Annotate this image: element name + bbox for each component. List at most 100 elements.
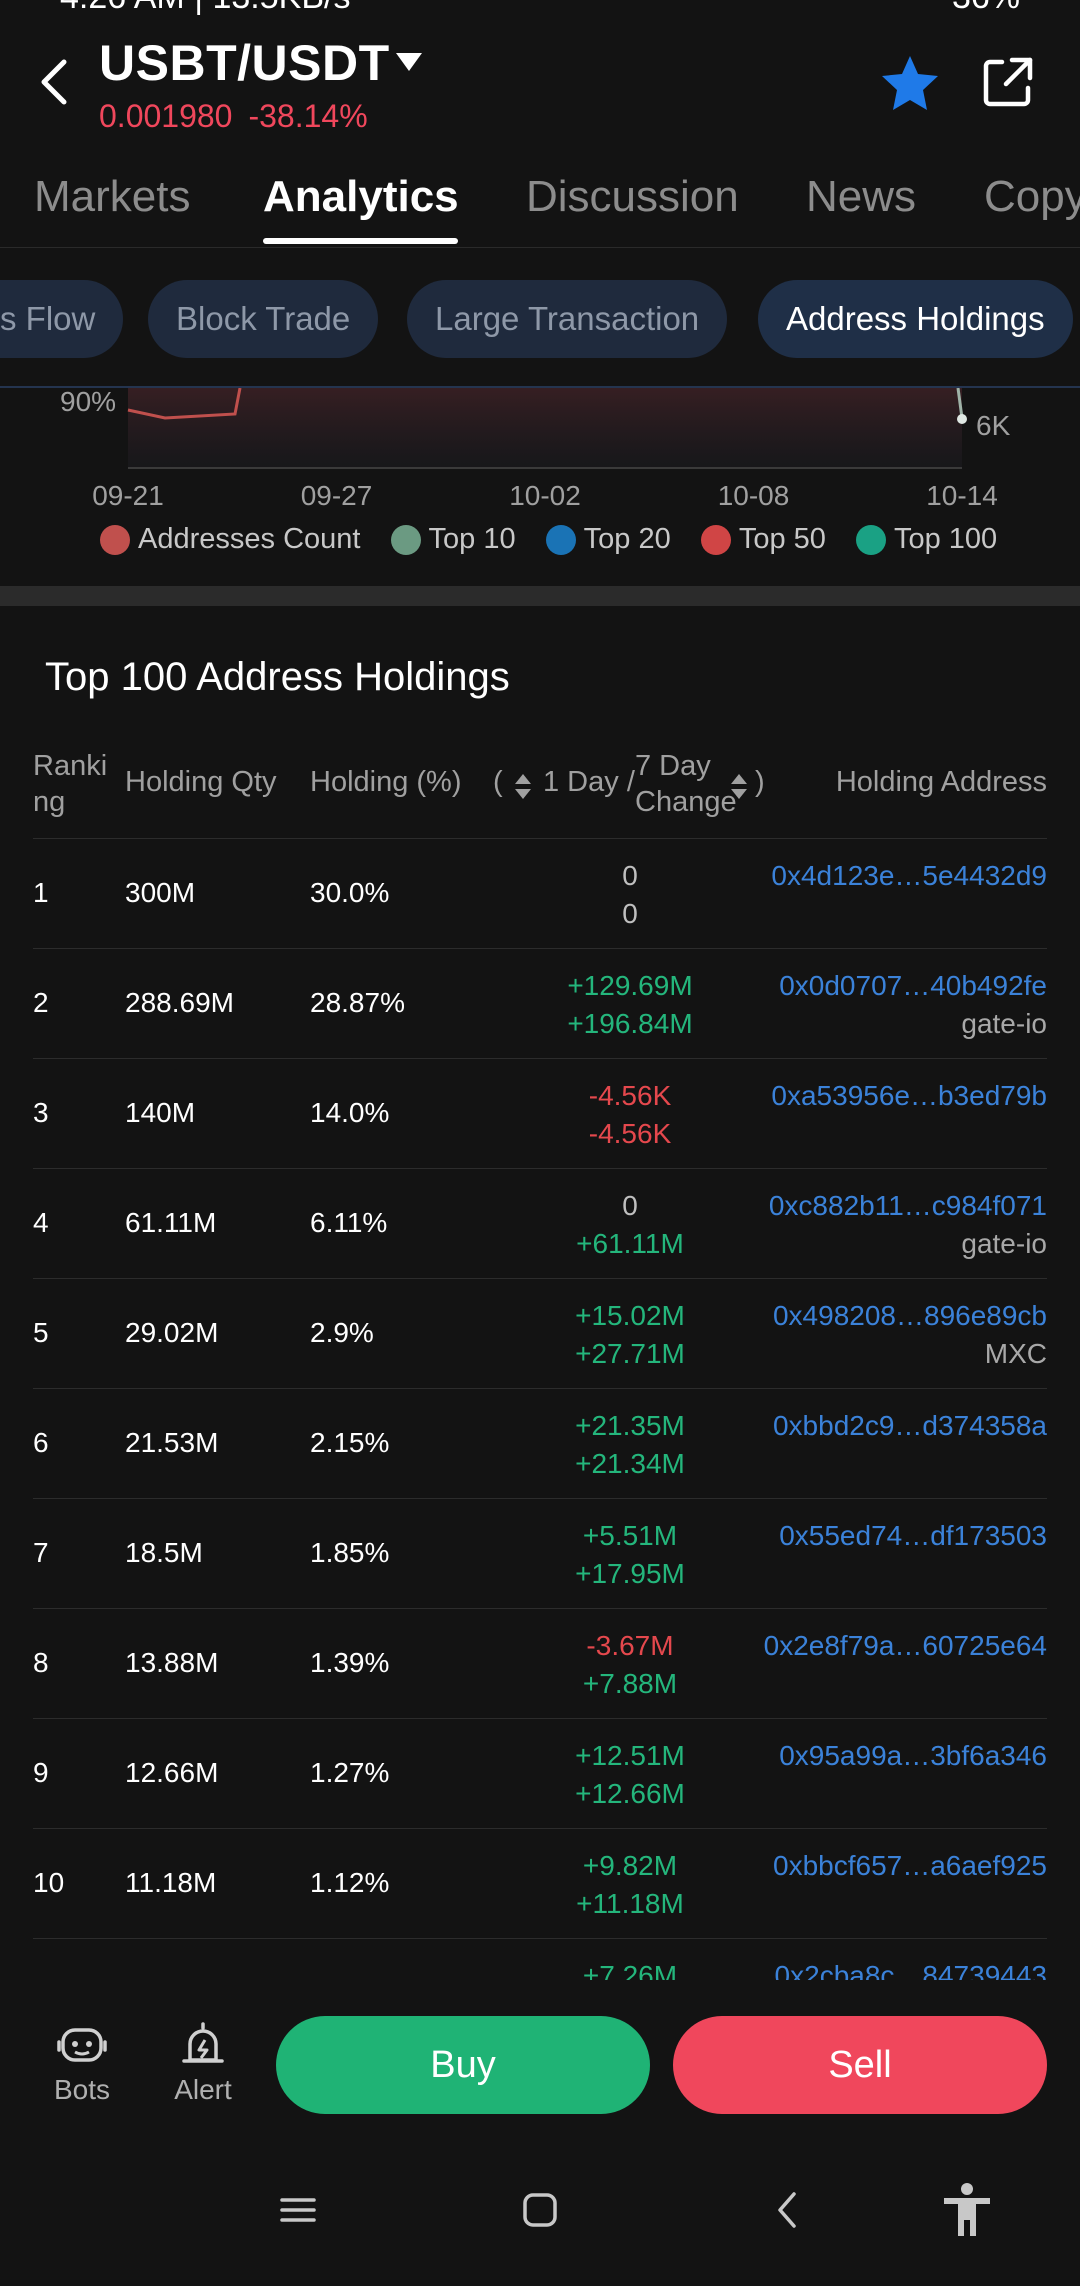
table-row[interactable]: 2 288.69M 28.87% +129.69M +196.84M 0x0d0707…4…	[0, 949, 1080, 1059]
change-7-day: +61.11M	[576, 1228, 684, 1259]
page: 4:26 AM | 13.5KB/s 36% USBT/USDT 0.00198…	[0, 0, 1080, 2286]
table-row[interactable]: 5 29.02M 2.9% +15.02M +27.71M 0x498208…896e89…	[0, 1279, 1080, 1389]
table-row[interactable]: 10 11.18M 1.12% +9.82M +11.18M 0xbbcf657…a6ae…	[0, 1829, 1080, 1939]
address-link[interactable]: 0x2cba8c…84739443	[775, 1957, 1047, 1980]
address-link[interactable]: 0xbbd2c9…d374358a	[773, 1407, 1047, 1445]
menu-icon[interactable]	[278, 2190, 318, 2230]
back-icon[interactable]	[768, 2190, 808, 2230]
chart-legend: Addresses Count Top 10 Top 20 Top 50 Top…	[100, 522, 1019, 562]
accessibility-icon[interactable]	[940, 2182, 994, 2238]
holdings-table-body: 1 300M 30.0% 0 0 0x4d123e…5e4432d9 2 288.69M 28.…	[0, 839, 1080, 1980]
table-row[interactable]: 9 12.66M 1.27% +12.51M +12.66M 0x95a99a…3bf6a…	[0, 1719, 1080, 1829]
cell-change: +5.51M +17.95M	[530, 1517, 730, 1593]
chip-address-holdings[interactable]: Address Holdings	[758, 280, 1073, 358]
legend-label: Top 20	[583, 522, 671, 555]
alert-button[interactable]: Alert	[158, 2022, 248, 2106]
cell-holding-qty: 11.18M	[125, 1867, 217, 1898]
cell-holding-qty: 18.5M	[125, 1537, 203, 1568]
cell-change: +7.26M	[530, 1957, 730, 1980]
table-row[interactable]: 3 140M 14.0% -4.56K -4.56K 0xa53956e…b3ed79b	[0, 1059, 1080, 1169]
exchange-tag: gate-io	[961, 1228, 1047, 1259]
table-row[interactable]: 7 18.5M 1.85% +5.51M +17.95M 0x55ed74…df17350…	[0, 1499, 1080, 1609]
header-1-day: 1 Day /	[543, 766, 635, 798]
address-link[interactable]: 0x2e8f79a…60725e64	[764, 1627, 1047, 1665]
exchange-tag: MXC	[984, 1338, 1047, 1369]
active-tab-indicator	[263, 238, 458, 244]
x-tick-label: 10-14	[926, 480, 998, 511]
cell-holding-qty: 300M	[125, 877, 196, 908]
legend-item-addresses-count[interactable]: Addresses Count	[100, 523, 360, 556]
cell-rank: 7	[33, 1537, 49, 1568]
change-1-day: +12.51M	[575, 1740, 685, 1771]
caret-down-icon[interactable]	[394, 50, 424, 74]
cell-address: 0x95a99a…3bf6a346	[779, 1737, 1047, 1775]
change-1-day: +9.82M	[582, 1850, 678, 1881]
legend-item-top100[interactable]: Top 100	[855, 523, 997, 556]
price-line: 0.001980 -38.14%	[99, 98, 384, 135]
tab-news[interactable]: News	[806, 172, 916, 222]
address-link[interactable]: 0x95a99a…3bf6a346	[779, 1737, 1047, 1775]
address-link[interactable]: 0x55ed74…df173503	[779, 1517, 1047, 1555]
legend-label: Top 10	[428, 522, 516, 555]
favorite-star-icon[interactable]	[880, 54, 940, 112]
cell-holding-pct: 1.85%	[310, 1537, 390, 1568]
tab-analytics[interactable]: Analytics	[263, 172, 459, 222]
address-link[interactable]: 0x498208…896e89cb	[773, 1297, 1047, 1335]
price-change: -38.14%	[248, 98, 368, 134]
legend-dot	[855, 525, 886, 556]
chip-block-trade[interactable]: Block Trade	[148, 280, 379, 358]
header-change[interactable]: ( 1 Day / 7 Day Change )	[493, 748, 773, 828]
legend-item-top10[interactable]: Top 10	[390, 522, 516, 556]
cell-rank: 9	[33, 1757, 49, 1788]
back-button[interactable]	[30, 52, 80, 112]
legend-item-top20[interactable]: Top 20	[545, 522, 671, 556]
sort-icon[interactable]	[729, 772, 749, 802]
tab-markets[interactable]: Markets	[34, 172, 190, 222]
bots-button[interactable]: Bots	[37, 2022, 127, 2106]
change-7-day: 0	[622, 898, 638, 929]
address-link[interactable]: 0x4d123e…5e4432d9	[771, 857, 1047, 895]
table-row[interactable]: 11+7.26M0x2cba8c…84739443	[0, 1939, 1080, 1980]
table-row[interactable]: 8 13.88M 1.39% -3.67M +7.88M 0x2e8f79a…60725e…	[0, 1609, 1080, 1719]
x-tick-label: 10-08	[718, 480, 790, 511]
cell-change: +12.51M +12.66M	[530, 1737, 730, 1813]
status-battery: 36%	[952, 0, 1020, 17]
tab-discussion[interactable]: Discussion	[526, 172, 739, 222]
table-row[interactable]: 6 21.53M 2.15% +21.35M +21.34M 0xbbd2c9…d3743…	[0, 1389, 1080, 1499]
chip-large-transaction[interactable]: Large Transaction	[407, 280, 728, 358]
sell-button[interactable]: Sell	[673, 2016, 1047, 2114]
x-ticks: 09-21 09-27 10-02 10-08 10-14	[92, 480, 998, 511]
address-link[interactable]: 0xbbcf657…a6aef925	[773, 1847, 1047, 1885]
table-row[interactable]: 1 300M 30.0% 0 0 0x4d123e…5e4432d9	[0, 839, 1080, 949]
status-time: 4:26 AM | 13.5KB/s	[60, 0, 350, 17]
cell-rank: 4	[33, 1207, 49, 1238]
change-1-day: 0	[622, 860, 638, 891]
cell-holding-pct: 14.0%	[310, 1097, 390, 1128]
address-link[interactable]: 0x0d0707…40b492fe	[779, 967, 1047, 1005]
chip-flow[interactable]: s Flow	[0, 280, 124, 358]
change-7-day: +7.88M	[582, 1668, 678, 1699]
address-link[interactable]: 0xc882b11…c984f071	[769, 1187, 1047, 1225]
header-holding-address: Holding Address	[835, 766, 1047, 798]
cell-holding-pct: 6.11%	[310, 1207, 388, 1238]
home-icon[interactable]	[520, 2190, 560, 2230]
address-link[interactable]: 0xa53956e…b3ed79b	[771, 1077, 1047, 1115]
section-separator	[0, 586, 1080, 606]
table-row[interactable]: 4 61.11M 6.11% 0 +61.11M 0xc882b11…c984f071 ga…	[0, 1169, 1080, 1279]
section-title: Top 100 Address Holdings	[45, 655, 510, 699]
share-icon[interactable]	[980, 54, 1036, 110]
legend-dot	[545, 525, 576, 556]
cell-rank: 10	[33, 1867, 65, 1898]
legend-item-top50[interactable]: Top 50	[700, 523, 826, 556]
y-left-tick: 90%	[60, 388, 116, 417]
cell-change: +21.35M +21.34M	[530, 1407, 730, 1483]
buy-button[interactable]: Buy	[276, 2016, 650, 2114]
cell-rank: 8	[33, 1647, 49, 1678]
cell-address: 0x55ed74…df173503	[779, 1517, 1047, 1555]
sort-icon[interactable]	[513, 772, 533, 802]
pair-title[interactable]: USBT/USDT	[99, 34, 390, 92]
tab-copy[interactable]: Copy	[984, 172, 1080, 222]
cell-change: 00	[530, 857, 730, 933]
legend-label: Addresses Count	[138, 522, 361, 555]
cell-address: 0x498208…896e89cb MXC	[773, 1297, 1047, 1373]
